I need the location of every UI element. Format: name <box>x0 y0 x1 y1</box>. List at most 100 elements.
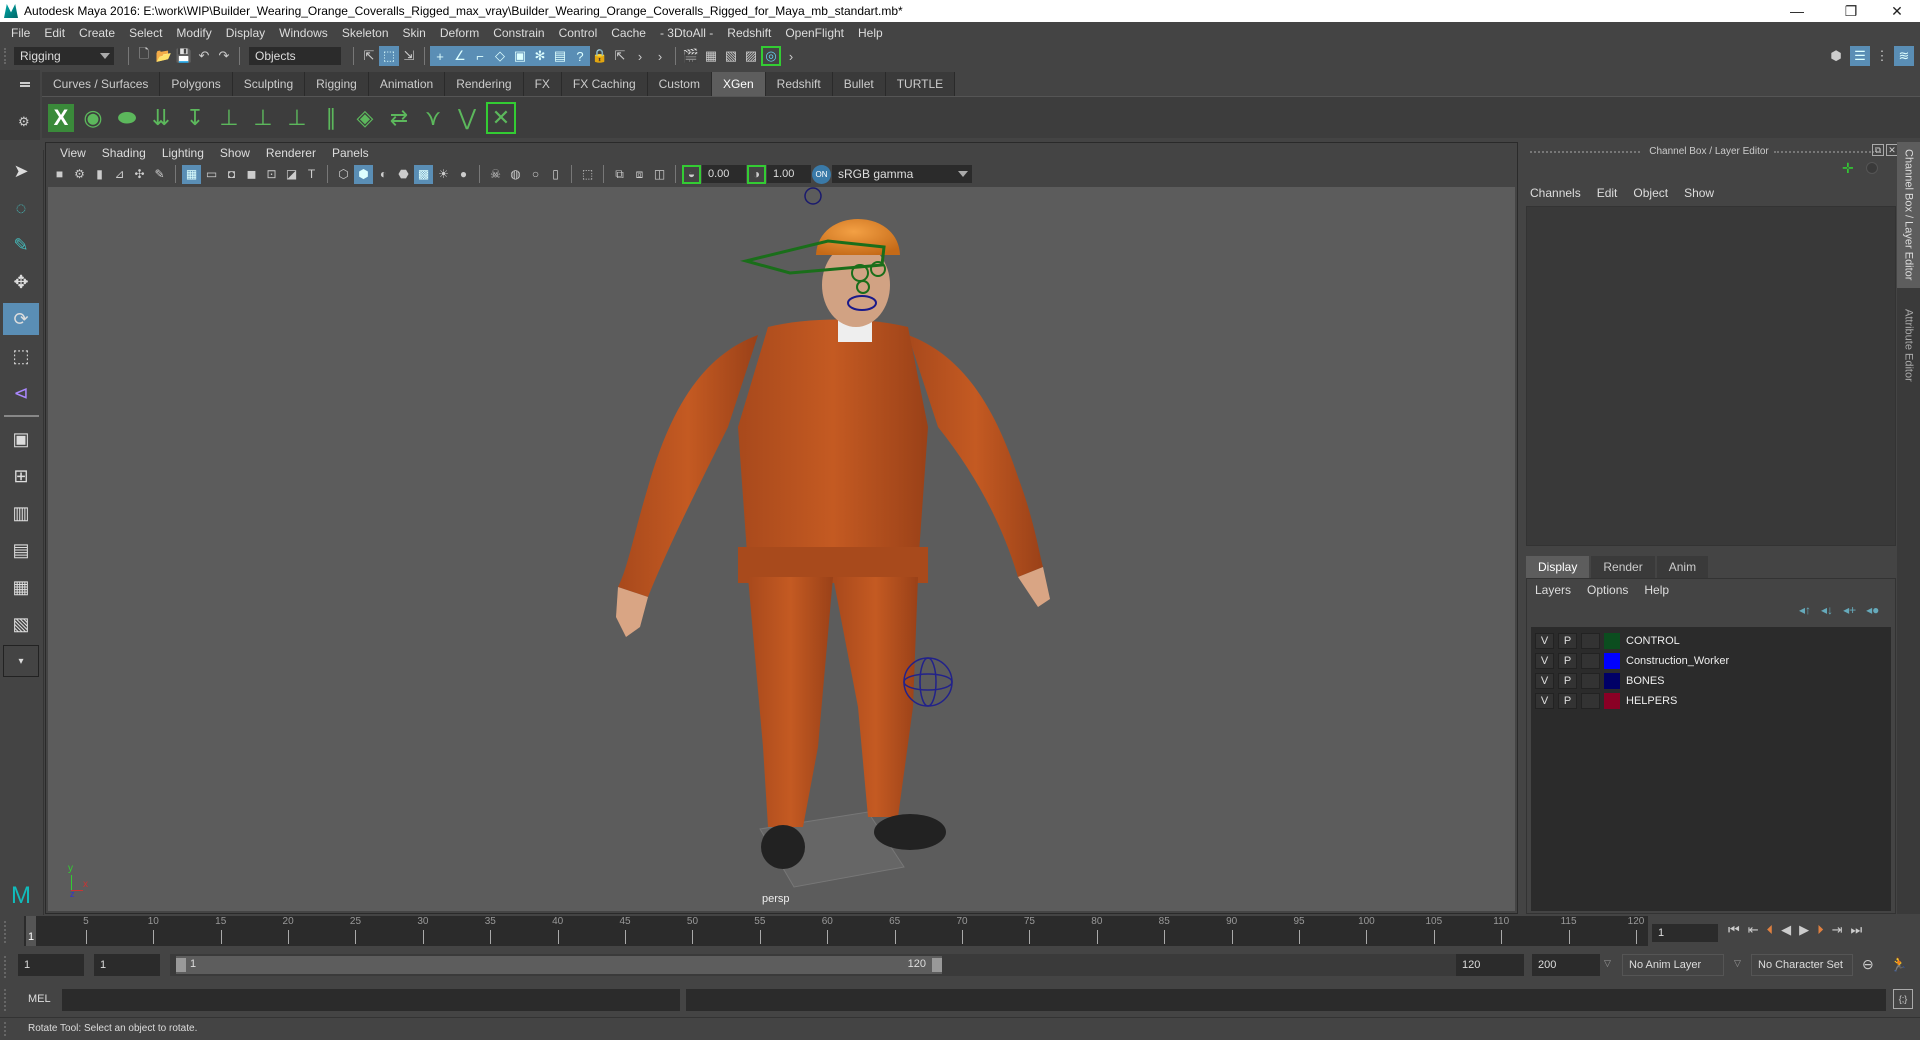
layer-menu-options[interactable]: Options <box>1587 583 1628 597</box>
image-plane-icon[interactable]: ⊿ <box>110 165 129 184</box>
xgen-move-guide-icon[interactable]: ↧ <box>180 102 210 134</box>
select-hierarchy-icon[interactable]: ⇱ <box>359 46 379 66</box>
anim-layer-dropdown[interactable]: No Anim Layer <box>1622 954 1724 976</box>
layer-display-type-toggle[interactable] <box>1581 673 1600 689</box>
menu-create[interactable]: Create <box>72 26 122 40</box>
wireframe-on-shaded-icon[interactable]: ⬣ <box>394 165 413 184</box>
open-scene-icon[interactable]: 📂 <box>154 46 174 66</box>
layer-color-swatch[interactable] <box>1604 653 1620 669</box>
script-editor-icon[interactable]: {;} <box>1893 989 1913 1009</box>
new-scene-icon[interactable]: 🗋 <box>134 46 154 66</box>
chevron-down-icon[interactable]: ▽ <box>1604 958 1611 969</box>
grease-pencil-icon[interactable]: ✎ <box>150 165 169 184</box>
select-component-icon[interactable]: ⇲ <box>399 46 419 66</box>
textured-icon[interactable]: ▩ <box>414 164 433 184</box>
xray-active-icon[interactable]: ⧈ <box>630 165 649 184</box>
attribute-editor-toggle-icon[interactable]: ☰ <box>1850 46 1870 66</box>
xgen-window-icon[interactable]: X <box>48 103 74 132</box>
current-frame-field[interactable]: 1 <box>1652 924 1718 942</box>
speed-toggle-icon[interactable] <box>1866 162 1878 174</box>
layer-visibility-toggle[interactable]: V <box>1535 653 1554 669</box>
render-settings-icon[interactable]: ▨ <box>741 46 761 66</box>
exposure-icon[interactable]: ◒ <box>682 164 701 184</box>
auto-key-icon[interactable]: ⊖ <box>1862 956 1874 973</box>
script-language-label[interactable]: MEL <box>28 993 51 1005</box>
safe-title-icon[interactable]: T <box>302 165 321 184</box>
viewport-menu-lighting[interactable]: Lighting <box>154 146 212 160</box>
character-set-dropdown[interactable]: No Character Set <box>1751 954 1853 976</box>
minimize-button[interactable]: — <box>1774 0 1820 22</box>
shelf-tab-fx[interactable]: FX <box>523 72 562 96</box>
lasso-tool-icon[interactable]: ◌ <box>3 192 39 224</box>
layer-color-swatch[interactable] <box>1604 633 1620 649</box>
shelf-menu-icon[interactable] <box>20 82 30 84</box>
menu-skin[interactable]: Skin <box>396 26 433 40</box>
shelf-tab-fx-caching[interactable]: FX Caching <box>561 72 648 96</box>
camera-attributes-icon[interactable]: ⚙ <box>70 165 89 184</box>
range-start-handle[interactable] <box>176 958 186 972</box>
shelf-tab-xgen[interactable]: XGen <box>711 72 766 96</box>
shelf-tab-rendering[interactable]: Rendering <box>445 72 524 96</box>
snap-grid-icon[interactable]: + <box>430 46 450 66</box>
menu-deform[interactable]: Deform <box>433 26 486 40</box>
move-layer-down-icon[interactable]: ◂↓ <box>1821 603 1833 617</box>
close-button[interactable]: ✕ <box>1874 0 1920 22</box>
layer-display-type-toggle[interactable] <box>1581 653 1600 669</box>
ipr-icon[interactable]: ▧ <box>721 46 741 66</box>
go-to-end-icon[interactable]: ⏭ <box>1851 922 1863 938</box>
graph-persp-layout-icon[interactable]: ▤ <box>3 534 39 566</box>
range-end-handle[interactable] <box>932 958 942 972</box>
channel-box-toggle-icon[interactable]: ≋ <box>1894 46 1914 66</box>
menu-control[interactable]: Control <box>552 26 605 40</box>
channel-menu-edit[interactable]: Edit <box>1597 186 1618 200</box>
menu-redshift[interactable]: Redshift <box>720 26 778 40</box>
snap-curve-icon[interactable]: ∠ <box>450 46 470 66</box>
layer-tab-display[interactable]: Display <box>1526 556 1590 578</box>
layer-display-type-toggle[interactable] <box>1581 693 1600 709</box>
step-forward-key-icon[interactable]: ⏵ <box>1817 922 1824 938</box>
viewport-3d-persp[interactable]: y x z persp <box>48 187 1515 911</box>
layer-playback-toggle[interactable]: P <box>1558 653 1577 669</box>
grid-icon[interactable]: ▦ <box>182 164 201 184</box>
viewport-menu-view[interactable]: View <box>52 146 94 160</box>
xgen-add-guide-icon[interactable]: ⇊ <box>146 102 176 134</box>
snap-view-plane-icon[interactable]: ◇ <box>490 46 510 66</box>
paint-select-tool-icon[interactable]: ✎ <box>3 229 39 261</box>
safe-action-icon[interactable]: ◪ <box>282 165 301 184</box>
restore-button[interactable]: ❐ <box>1828 0 1874 22</box>
current-time-indicator[interactable]: 1 <box>26 916 36 946</box>
menu-constrain[interactable]: Constrain <box>486 26 551 40</box>
field-chart-icon[interactable]: ⊡ <box>262 165 281 184</box>
select-object-icon[interactable]: ⬚ <box>379 46 399 66</box>
move-tool-icon[interactable]: ✥ <box>3 266 39 298</box>
xray-joints-icon[interactable]: ◫ <box>650 165 669 184</box>
xgen-select-guides-icon[interactable]: ⋎ <box>418 102 448 134</box>
layer-tab-render[interactable]: Render <box>1591 556 1655 578</box>
xgen-show-guide-icon[interactable]: ⊥ <box>248 102 278 134</box>
hypershade-icon[interactable]: ◎ <box>761 46 781 66</box>
xgen-lock-guide-icon[interactable]: ⊥ <box>282 102 312 134</box>
grip-handle[interactable] <box>4 921 8 943</box>
shelf-tab-curves-surfaces[interactable]: Curves / Surfaces <box>42 72 161 96</box>
expand-icon[interactable]: › <box>630 46 650 66</box>
grip-handle[interactable] <box>4 989 8 1011</box>
layer-name[interactable]: HELPERS <box>1626 695 1677 707</box>
channel-menu-show[interactable]: Show <box>1684 186 1714 200</box>
anti-aliasing-icon[interactable]: ○ <box>526 165 545 184</box>
xgen-delete-guides-icon[interactable]: ✕ <box>486 101 516 134</box>
side-tab-channel-box[interactable]: Channel Box / Layer Editor <box>1897 142 1920 288</box>
layer-tab-anim[interactable]: Anim <box>1656 556 1709 578</box>
layer-row[interactable]: V P Construction_Worker <box>1531 651 1891 671</box>
menu-cache[interactable]: Cache <box>604 26 653 40</box>
menu-select[interactable]: Select <box>122 26 169 40</box>
go-to-start-icon[interactable]: ⏮ <box>1728 922 1740 938</box>
animation-preferences-icon[interactable]: 🏃 <box>1890 956 1907 973</box>
select-tool-icon[interactable]: ⇱ <box>610 46 630 66</box>
xgen-guides-icon[interactable]: ∥ <box>316 102 346 134</box>
xray-icon[interactable]: ⧉ <box>610 165 629 184</box>
layer-color-swatch[interactable] <box>1604 673 1620 689</box>
layer-row[interactable]: V P HELPERS <box>1531 691 1891 711</box>
rotate-tool-icon[interactable]: ⟳ <box>3 303 39 335</box>
layer-playback-toggle[interactable]: P <box>1558 633 1577 649</box>
scale-tool-icon[interactable]: ⬚ <box>3 340 39 372</box>
